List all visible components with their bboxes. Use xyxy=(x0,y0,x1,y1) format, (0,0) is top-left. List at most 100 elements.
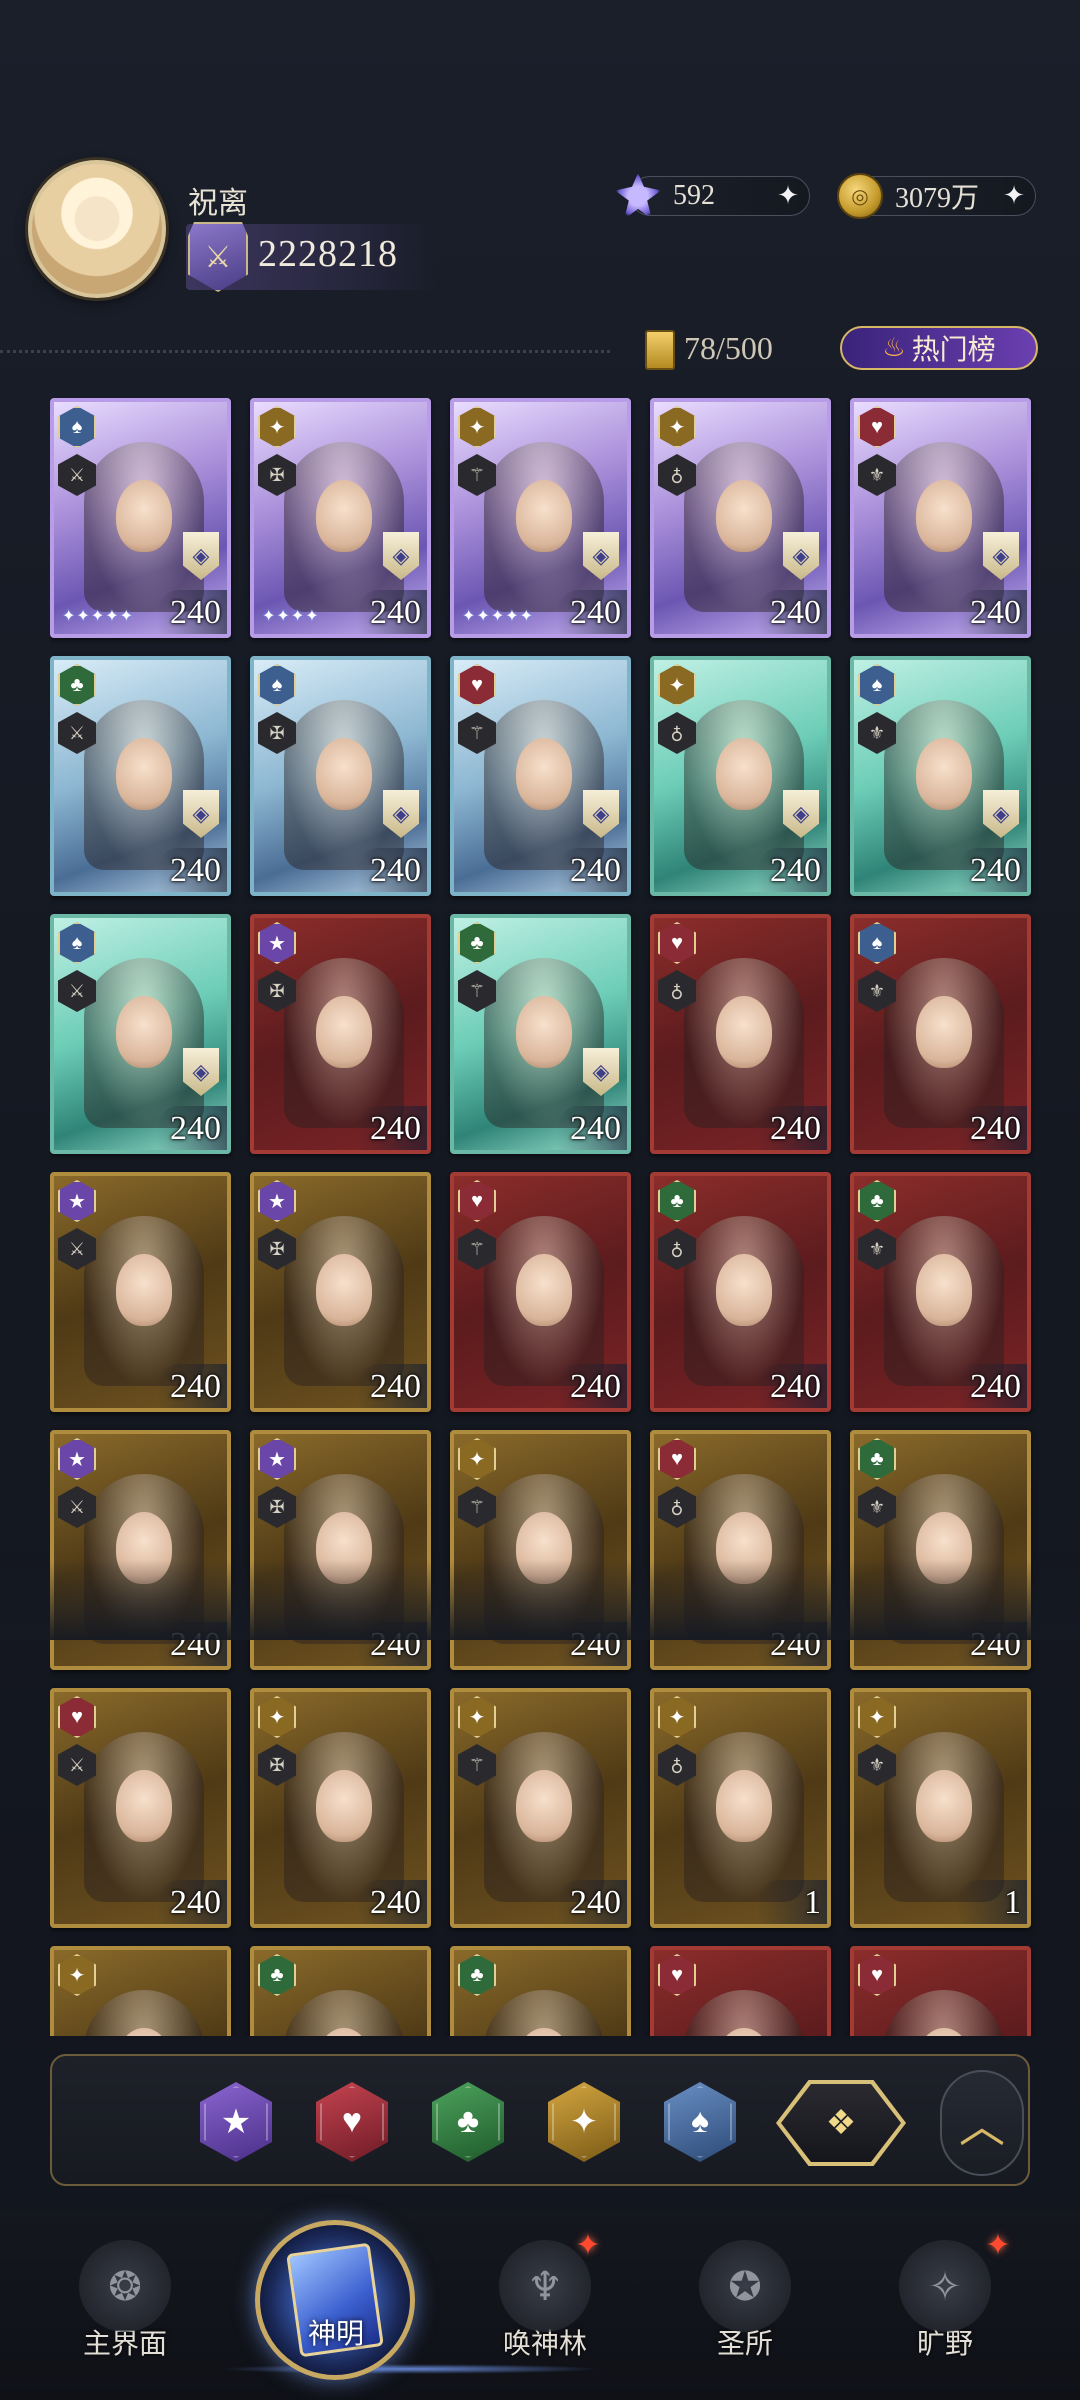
god-card[interactable]: ✦ ♁ 1 xyxy=(650,1688,831,1928)
god-card[interactable]: ♣ xyxy=(250,1946,431,2036)
god-card[interactable]: ♥ ⚜ ◈ 240 xyxy=(850,398,1031,638)
hot-rank-button[interactable]: ♨ 热门榜 xyxy=(840,326,1038,370)
character-face xyxy=(716,1512,772,1584)
god-card[interactable]: ♥ xyxy=(850,1946,1031,2036)
character-face xyxy=(716,996,772,1068)
god-card[interactable]: ★ ✠ 240 xyxy=(250,1172,431,1412)
god-card[interactable]: ✦ ⚚ 240 xyxy=(450,1688,631,1928)
god-card[interactable]: ♣ ⚚ ◈ 240 xyxy=(450,914,631,1154)
sanctuary-icon: ✪ xyxy=(699,2240,791,2332)
god-card[interactable]: ★ ✠ 240 xyxy=(250,914,431,1154)
spade-icon: ♠ xyxy=(690,2103,710,2140)
god-card[interactable]: ✦ ✠ ◈ ✦✦✦✦ 240 xyxy=(250,398,431,638)
god-card[interactable]: ♠ ⚜ 240 xyxy=(850,914,1031,1154)
card-level: 240 xyxy=(770,594,821,631)
god-card-grid[interactable]: ♠ ⚔ ◈ ✦✦✦✦✦ 240 ✦ ✠ ◈ ✦✦✦✦ 240 ✦ ⚚ ◈ ✦✦✦✦✦ 240 ✦ ♁ ◈ 240 ♥ ⚜… xyxy=(50,398,1040,2036)
card-level: 240 xyxy=(370,594,421,631)
god-card[interactable]: ♠ ⚔ ◈ ✦✦✦✦✦ 240 xyxy=(50,398,231,638)
gold-count: 3079万 xyxy=(895,183,980,214)
character-face xyxy=(716,1254,772,1326)
card-level: 240 xyxy=(170,1368,221,1405)
god-card[interactable]: ✦ ⚚ ◈ ✦✦✦✦✦ 240 xyxy=(450,398,631,638)
card-level: 240 xyxy=(770,1626,821,1663)
god-card[interactable]: ♥ ⚚ 240 xyxy=(450,1172,631,1412)
coin-icon: ◎ xyxy=(837,173,883,219)
god-card[interactable]: ✦ ⚚ 240 xyxy=(450,1430,631,1670)
god-card[interactable]: ♠ ⚔ ◈ 240 xyxy=(50,914,231,1154)
card-level: 240 xyxy=(170,1884,221,1921)
star-rating: ✦✦✦✦ xyxy=(262,608,320,625)
star-rating: ✦✦✦✦✦ xyxy=(62,608,135,625)
character-face xyxy=(316,1770,372,1842)
character-face xyxy=(516,1770,572,1842)
crystal-resource[interactable]: 592 ✦ xyxy=(615,173,810,219)
god-card[interactable]: ♠ ✠ ◈ 240 xyxy=(250,656,431,896)
character-face xyxy=(716,738,772,810)
nav-gods-label: 神明 xyxy=(307,2319,364,2350)
card-level: 240 xyxy=(770,852,821,889)
god-card[interactable]: ✦ ⚜ 1 xyxy=(850,1688,1031,1928)
add-crystal-plus-icon[interactable]: ✦ xyxy=(775,183,801,209)
character-face xyxy=(316,480,372,552)
wilds-notify-icon: ✦ xyxy=(985,2229,1011,2262)
character-face xyxy=(516,996,572,1068)
god-card[interactable]: ♣ ⚜ 240 xyxy=(850,1430,1031,1670)
god-card[interactable]: ★ ✠ 240 xyxy=(250,1430,431,1670)
heart-icon: ♥ xyxy=(341,2103,363,2140)
card-level: 240 xyxy=(570,594,621,631)
character-face xyxy=(916,1770,972,1842)
nav-gods[interactable] xyxy=(255,2220,415,2380)
god-card[interactable]: ♣ ⚔ ◈ 240 xyxy=(50,656,231,896)
card-level: 240 xyxy=(970,852,1021,889)
character-face xyxy=(516,1512,572,1584)
nav-sanctuary[interactable]: ✪ 圣所 xyxy=(660,2240,830,2370)
character-face xyxy=(916,738,972,810)
god-card[interactable]: ✦ ♁ ◈ 240 xyxy=(650,656,831,896)
god-card[interactable]: ♥ ♁ 240 xyxy=(650,914,831,1154)
god-card[interactable]: ♣ ⚜ 240 xyxy=(850,1172,1031,1412)
crystal-count: 592 xyxy=(673,180,715,211)
god-card[interactable]: ✦ ✠ 240 xyxy=(250,1688,431,1928)
character-face xyxy=(116,996,172,1068)
god-card[interactable]: ♣ ♁ 240 xyxy=(650,1172,831,1412)
player-name: 祝离 xyxy=(188,187,248,220)
player-avatar[interactable] xyxy=(28,160,166,298)
god-card[interactable]: ★ ⚔ 240 xyxy=(50,1172,231,1412)
character-face xyxy=(316,738,372,810)
card-level: 240 xyxy=(970,1626,1021,1663)
god-card[interactable]: ♣ xyxy=(450,1946,631,2036)
character-face xyxy=(316,1254,372,1326)
divider xyxy=(0,350,610,353)
god-card[interactable]: ✦ xyxy=(50,1946,231,2036)
god-card[interactable]: ♥ ⚔ 240 xyxy=(50,1688,231,1928)
flame-icon: ♨ xyxy=(882,333,906,362)
gold-resource[interactable]: ◎ 3079万 ✦ xyxy=(837,173,1036,219)
collapse-filter-button[interactable]: ︿ xyxy=(940,2070,1024,2176)
card-level: 240 xyxy=(570,1626,621,1663)
compass-icon: ✧ xyxy=(899,2240,991,2332)
card-level: 240 xyxy=(970,1110,1021,1147)
add-gold-plus-icon[interactable]: ✦ xyxy=(1001,183,1027,209)
star-rating: ✦✦✦✦✦ xyxy=(462,608,535,625)
club-icon: ♣ xyxy=(456,2103,480,2140)
card-level: 240 xyxy=(170,594,221,631)
all-factions-icon: ❖ xyxy=(825,2105,857,2142)
character-face xyxy=(116,1512,172,1584)
summon-notify-icon: ✦ xyxy=(575,2229,601,2262)
character-face xyxy=(916,1254,972,1326)
god-card[interactable]: ✦ ♁ ◈ 240 xyxy=(650,398,831,638)
card-count: 78/500 xyxy=(684,330,773,366)
god-card[interactable]: ♥ xyxy=(650,1946,831,2036)
god-card[interactable]: ♥ ♁ 240 xyxy=(650,1430,831,1670)
god-card[interactable]: ♥ ⚚ ◈ 240 xyxy=(450,656,631,896)
character-face xyxy=(516,1254,572,1326)
main-world-icon: ❂ xyxy=(79,2240,171,2332)
god-card[interactable]: ♠ ⚜ ◈ 240 xyxy=(850,656,1031,896)
card-level: 240 xyxy=(570,1110,621,1147)
nav-main-world[interactable]: ❂ 主界面 xyxy=(40,2240,210,2370)
card-level: 240 xyxy=(570,852,621,889)
god-card[interactable]: ★ ⚔ 240 xyxy=(50,1430,231,1670)
nav-summon-forest[interactable]: ♆ 唤神林 xyxy=(460,2240,630,2370)
card-level: 240 xyxy=(970,1368,1021,1405)
star-icon: ★ xyxy=(220,2104,252,2141)
